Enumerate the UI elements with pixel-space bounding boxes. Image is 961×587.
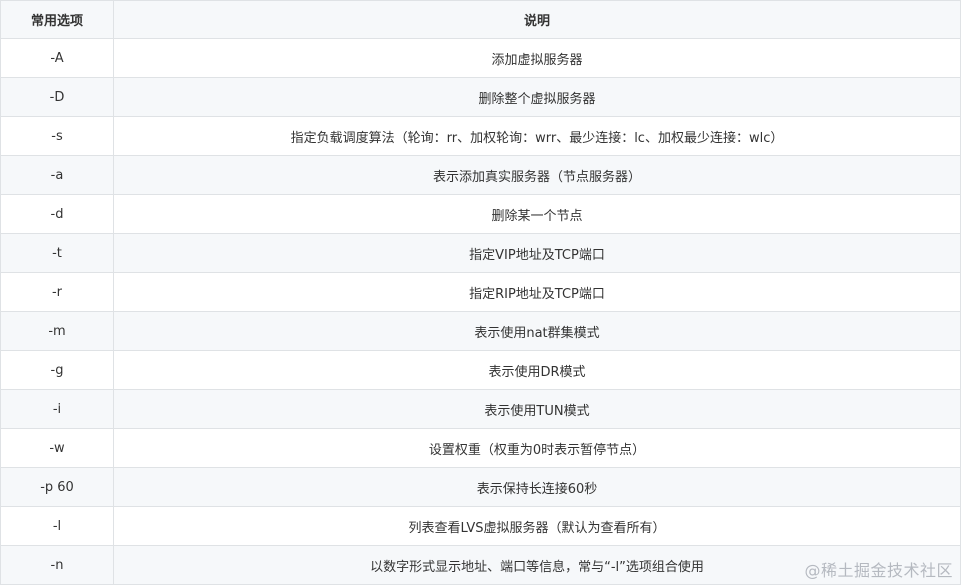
table-row: -a 表示添加真实服务器（节点服务器） — [1, 156, 961, 195]
description-cell: 表示使用nat群集模式 — [114, 312, 961, 350]
header-option: 常用选项 — [1, 1, 114, 38]
table-row: -s 指定负载调度算法（轮询：rr、加权轮询：wrr、最少连接：lc、加权最少连接… — [1, 117, 961, 156]
description-cell: 删除整个虚拟服务器 — [114, 78, 961, 116]
option-cell: -n — [1, 546, 114, 584]
description-cell: 表示保持长连接60秒 — [114, 468, 961, 506]
table-row: -D 删除整个虚拟服务器 — [1, 78, 961, 117]
option-cell: -D — [1, 78, 114, 116]
options-table: 常用选项 说明 -A 添加虚拟服务器 -D 删除整个虚拟服务器 -s 指定负载调度算法（轮… — [0, 0, 961, 585]
description-cell: 添加虚拟服务器 — [114, 39, 961, 77]
table-row: -m 表示使用nat群集模式 — [1, 312, 961, 351]
option-cell: -A — [1, 39, 114, 77]
description-cell: 表示使用TUN模式 — [114, 390, 961, 428]
option-cell: -w — [1, 429, 114, 467]
table-header-row: 常用选项 说明 — [1, 1, 961, 39]
option-cell: -s — [1, 117, 114, 155]
description-cell: 表示使用DR模式 — [114, 351, 961, 389]
option-cell: -r — [1, 273, 114, 311]
option-cell: -l — [1, 507, 114, 545]
table-row: -l 列表查看LVS虚拟服务器（默认为查看所有） — [1, 507, 961, 546]
table-row: -w 设置权重（权重为0时表示暂停节点） — [1, 429, 961, 468]
table-row: -t 指定VIP地址及TCP端口 — [1, 234, 961, 273]
option-cell: -i — [1, 390, 114, 428]
table-row: -i 表示使用TUN模式 — [1, 390, 961, 429]
table-row: -d 删除某一个节点 — [1, 195, 961, 234]
option-cell: -a — [1, 156, 114, 194]
option-cell: -p 60 — [1, 468, 114, 506]
table-body: -A 添加虚拟服务器 -D 删除整个虚拟服务器 -s 指定负载调度算法（轮询：rr、加权轮… — [1, 39, 961, 585]
description-cell: 指定VIP地址及TCP端口 — [114, 234, 961, 272]
description-cell: 删除某一个节点 — [114, 195, 961, 233]
watermark: @稀土掘金技术社区 — [804, 561, 953, 580]
description-cell: 指定RIP地址及TCP端口 — [114, 273, 961, 311]
description-cell: 列表查看LVS虚拟服务器（默认为查看所有） — [114, 507, 961, 545]
table-row: -r 指定RIP地址及TCP端口 — [1, 273, 961, 312]
option-cell: -d — [1, 195, 114, 233]
description-cell: 表示添加真实服务器（节点服务器） — [114, 156, 961, 194]
option-cell: -g — [1, 351, 114, 389]
description-cell: 指定负载调度算法（轮询：rr、加权轮询：wrr、最少连接：lc、加权最少连接：w… — [114, 117, 961, 155]
description-cell: 设置权重（权重为0时表示暂停节点） — [114, 429, 961, 467]
header-description: 说明 — [114, 1, 961, 38]
table-row: -g 表示使用DR模式 — [1, 351, 961, 390]
table-row: -A 添加虚拟服务器 — [1, 39, 961, 78]
option-cell: -m — [1, 312, 114, 350]
table-row: -p 60 表示保持长连接60秒 — [1, 468, 961, 507]
option-cell: -t — [1, 234, 114, 272]
